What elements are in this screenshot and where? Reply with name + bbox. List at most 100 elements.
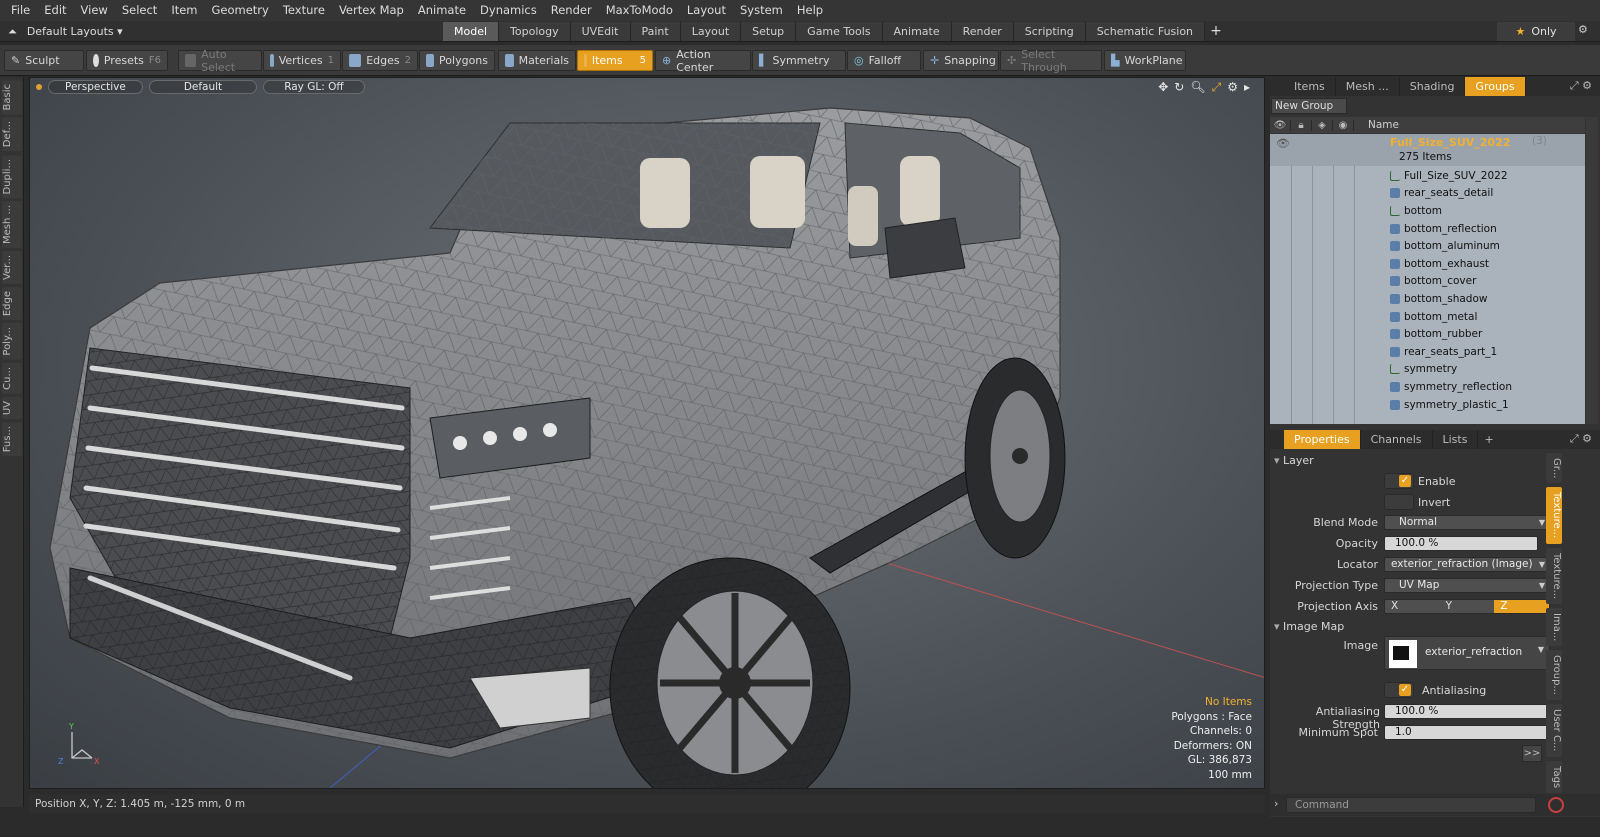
menu-edit[interactable]: Edit — [37, 0, 73, 21]
axis-x-button[interactable]: X — [1385, 600, 1440, 613]
tab-game-tools[interactable]: Game Tools — [796, 22, 883, 41]
list-item[interactable]: symmetry — [1270, 361, 1585, 379]
props-tab-channels[interactable]: Channels — [1361, 430, 1433, 449]
left-tab-2[interactable]: Dupli... — [2, 154, 22, 199]
zoom-icon[interactable]: 🔍︎ — [1190, 80, 1205, 95]
left-tab-1[interactable]: Def... — [2, 117, 22, 152]
item-list-scrollbar[interactable] — [1586, 117, 1598, 424]
panel-tab-3[interactable]: Groups — [1465, 77, 1526, 96]
more-button[interactable]: >> — [1522, 745, 1542, 762]
menu-help[interactable]: Help — [790, 0, 830, 21]
list-item[interactable]: bottom_metal — [1270, 308, 1585, 326]
menu-layout[interactable]: Layout — [680, 0, 733, 21]
edges-button[interactable]: Edges 2 — [342, 50, 418, 71]
antialiasing-checkbox[interactable]: ✓ — [1384, 682, 1414, 698]
vertical-tab-1[interactable]: Texture... — [1546, 487, 1562, 544]
left-tab-3[interactable]: Mesh ... — [2, 201, 22, 249]
command-input[interactable]: Command — [1286, 797, 1536, 813]
tab-model[interactable]: Model — [443, 22, 500, 41]
list-item[interactable]: bottom_reflection — [1270, 220, 1585, 238]
list-item[interactable]: bottom — [1270, 202, 1585, 220]
menu-system[interactable]: System — [733, 0, 790, 21]
menu-geometry[interactable]: Geometry — [205, 0, 276, 21]
fit-icon[interactable]: ⤢ — [1212, 80, 1222, 95]
panel-tab-0[interactable]: Items — [1284, 77, 1336, 96]
symmetry-button[interactable]: ▌ Symmetry — [752, 50, 846, 71]
tab-render[interactable]: Render — [951, 22, 1014, 41]
tab-animate[interactable]: Animate — [882, 22, 952, 41]
panel-tab-1[interactable]: Mesh ... — [1336, 77, 1400, 96]
vertical-tab-5[interactable]: User C... — [1546, 704, 1562, 757]
left-tab-4[interactable]: Ver... — [2, 251, 22, 285]
3d-viewport[interactable]: Perspective Default Ray GL: Off ✥ ↻ 🔍︎ ⤢… — [29, 77, 1265, 789]
left-tab-8[interactable]: UV — [2, 396, 22, 419]
menu-vertex-map[interactable]: Vertex Map — [332, 0, 411, 21]
vertices-button[interactable]: Vertices 1 — [263, 50, 341, 71]
enable-checkbox[interactable]: ✓ — [1384, 473, 1414, 489]
locator-select[interactable]: exterior_refraction (Image) (... ▼ — [1384, 557, 1550, 572]
aa-strength-field[interactable]: 100.0 % — [1384, 704, 1550, 719]
tab-schematic-fusion[interactable]: Schematic Fusion — [1085, 22, 1206, 41]
menu-file[interactable]: File — [4, 0, 37, 21]
left-tab-6[interactable]: Poly... — [2, 323, 22, 360]
list-item[interactable]: rear_seats_part_1 — [1270, 343, 1585, 361]
opacity-field[interactable]: 100.0 % — [1384, 536, 1538, 551]
left-tab-5[interactable]: Edge — [2, 287, 22, 321]
sculpt-button[interactable]: ✎ Sculpt — [4, 50, 84, 71]
vertical-tab-4[interactable]: Group... — [1546, 650, 1562, 701]
auto-select-button[interactable]: Auto Select — [178, 48, 262, 74]
tab-uvedit[interactable]: UVEdit — [570, 22, 631, 41]
menu-texture[interactable]: Texture — [276, 0, 332, 21]
left-tab-7[interactable]: Cu... — [2, 362, 22, 394]
polygons-button[interactable]: Polygons — [419, 50, 495, 71]
list-item[interactable]: Full_Size_SUV_2022 — [1270, 167, 1585, 185]
render-column-icon[interactable]: ◈ — [1312, 119, 1333, 131]
list-item[interactable]: rear_seats_detail — [1270, 185, 1585, 203]
menu-select[interactable]: Select — [115, 0, 164, 21]
blend-mode-select[interactable]: Normal ▼ — [1384, 515, 1550, 530]
props-expand-icon[interactable]: ⤢ ⚙ — [1570, 432, 1592, 446]
add-tab-icon[interactable]: + — [1478, 433, 1499, 446]
panel-expand-icon[interactable]: ⤢ ⚙ — [1570, 79, 1592, 93]
layer-section[interactable]: Layer — [1274, 454, 1314, 470]
items-button[interactable]: Items 5 — [577, 50, 653, 71]
vertical-tab-0[interactable]: Gr... — [1546, 453, 1562, 484]
tab-topology[interactable]: Topology — [499, 22, 571, 41]
left-tab-9[interactable]: Fus... — [2, 421, 22, 457]
menu-view[interactable]: View — [74, 0, 115, 21]
vertical-tab-3[interactable]: Ima... — [1546, 607, 1562, 647]
select-through-button[interactable]: ✣ Select Through — [1000, 48, 1102, 74]
viewport-menu-dot[interactable] — [36, 84, 42, 90]
workplane-button[interactable]: ▙ WorkPlane — [1104, 50, 1186, 71]
projection-type-select[interactable]: UV Map ▼ — [1384, 578, 1550, 593]
left-tab-0[interactable]: Basic — [2, 80, 22, 115]
menu-render[interactable]: Render — [544, 0, 599, 21]
viewport-settings-icon[interactable]: ⚙ — [1227, 80, 1238, 95]
layout-selector[interactable]: ⏶ Default Layouts ▾ — [8, 21, 123, 42]
min-spot-field[interactable]: 1.0 — [1384, 725, 1550, 740]
image-map-section[interactable]: Image Map — [1274, 620, 1344, 636]
menu-animate[interactable]: Animate — [411, 0, 473, 21]
props-tab-lists[interactable]: Lists — [1433, 430, 1479, 449]
record-icon[interactable] — [1548, 797, 1564, 813]
new-group-button[interactable]: New Group — [1271, 98, 1347, 114]
falloff-button[interactable]: ◎ Falloff — [847, 50, 921, 71]
presets-button[interactable]: Presets F6 — [86, 50, 168, 71]
vertical-tab-6[interactable]: Tags — [1546, 760, 1562, 793]
snapping-button[interactable]: ✛ Snapping — [923, 50, 999, 71]
menu-dynamics[interactable]: Dynamics — [473, 0, 544, 21]
list-item[interactable]: bottom_exhaust — [1270, 255, 1585, 273]
view-type-button[interactable]: Perspective — [48, 80, 143, 94]
invert-checkbox[interactable]: ✓ — [1384, 494, 1414, 510]
tab-layout[interactable]: Layout — [680, 22, 742, 41]
viewport-expand-icon[interactable]: ▸ — [1244, 80, 1250, 95]
vertical-tab-2[interactable]: Texture... — [1546, 547, 1562, 604]
panel-tab-2[interactable]: Shading — [1400, 77, 1466, 96]
list-item[interactable]: bottom_shadow — [1270, 290, 1585, 308]
list-item[interactable]: symmetry_plastic_1 — [1270, 396, 1585, 414]
shading-mode-button[interactable]: Default — [148, 80, 258, 94]
axis-y-button[interactable]: Y — [1439, 600, 1495, 613]
action-center-button[interactable]: ⊕ Action Center — [655, 48, 751, 74]
add-tab-icon[interactable]: + — [1205, 22, 1227, 41]
list-item[interactable]: bottom_rubber — [1270, 325, 1585, 343]
